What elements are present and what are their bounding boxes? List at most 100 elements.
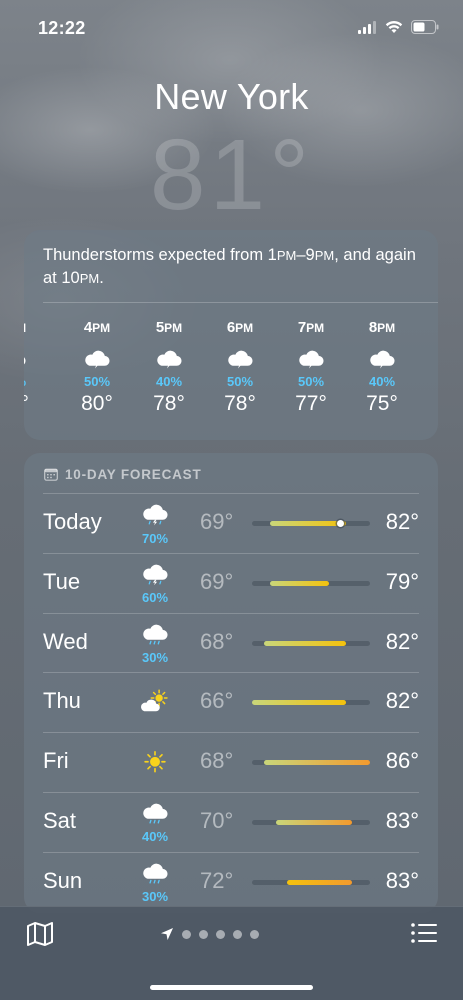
summary-text: PM	[79, 271, 100, 286]
high-temperature: 82°	[385, 509, 419, 534]
high-temperature: 83°	[385, 867, 419, 893]
map-icon	[27, 922, 53, 946]
page-dot[interactable]	[182, 929, 191, 939]
hourly-scroll[interactable]: 3PM 60% 80° 4PM 50% 80° 5PM 40% 78° 6PM …	[24, 318, 438, 428]
page-dot[interactable]	[250, 929, 259, 939]
low-temperature: 66°	[200, 688, 234, 714]
hour-ampm: PM	[306, 321, 325, 335]
forecast-row[interactable]: Today 70% 69° 82°	[24, 493, 438, 553]
precip-chance: 50%	[297, 374, 325, 389]
hour-number: 4	[83, 319, 93, 336]
precip-chance: 30%	[141, 889, 169, 905]
low-temperature: 69°	[200, 509, 234, 534]
hour-time: 3PM	[24, 318, 43, 338]
calendar-icon	[44, 468, 58, 481]
battery-icon	[411, 20, 439, 34]
forecast-header: 10-DAY FORECAST	[44, 467, 202, 482]
temperature-range-bar	[252, 760, 370, 766]
forecast-day: Sun	[43, 867, 83, 893]
forecast-title: 10-DAY FORECAST	[65, 467, 202, 482]
hour-ampm: PM	[92, 321, 111, 335]
summary-text: Thunderstorms expected from 1	[43, 246, 277, 264]
hour-temperature: 78°	[153, 392, 185, 415]
location-arrow-icon	[161, 928, 173, 940]
bottom-toolbar	[0, 906, 463, 1000]
hour-number: 6	[226, 319, 236, 336]
forecast-row[interactable]: Sun 30% 72° 83°	[24, 851, 438, 912]
forecast-day: Sat	[43, 807, 77, 833]
sun-icon	[140, 749, 170, 780]
forecast-day: Fri	[43, 748, 69, 774]
temperature-range-bar	[252, 700, 370, 706]
page-dot[interactable]	[216, 929, 225, 939]
status-bar: 12:22	[0, 0, 463, 56]
hourly-item: 8PM 40% 75°	[352, 318, 412, 416]
temperature-range-bar	[252, 640, 370, 646]
precip-chance: 30%	[141, 650, 169, 666]
hourly-item: 3PM 60% 80°	[24, 318, 43, 416]
hourly-forecast-card[interactable]: Thunderstorms expected from 1PM–9PM, and…	[24, 230, 438, 440]
hour-time: 6PM	[210, 318, 270, 338]
hourly-item: 7PM 50% 77°	[281, 318, 341, 416]
list-icon	[411, 923, 437, 943]
current-temperature: 81°	[149, 119, 314, 231]
hour-number: 8	[368, 319, 378, 336]
page-indicator[interactable]	[160, 927, 259, 941]
forecast-condition	[136, 689, 174, 720]
forecast-condition: 60%	[136, 560, 174, 606]
high-temperature: 79°	[385, 568, 419, 594]
rain-icon	[140, 799, 170, 830]
temperature-range-fill	[269, 521, 347, 526]
forecast-condition: 30%	[136, 859, 174, 905]
temperature-range-fill	[252, 700, 347, 706]
forecast-row[interactable]: Sat 40% 70° 83°	[24, 791, 438, 852]
forecast-row[interactable]: Fri 68° 86°	[24, 732, 438, 792]
summary-text: .	[99, 269, 104, 287]
page-dot[interactable]	[199, 929, 208, 939]
precip-chance: 60%	[24, 374, 43, 390]
page-dot[interactable]	[233, 929, 242, 939]
hour-ampm: PM	[235, 321, 254, 335]
thunderstorm-icon	[139, 344, 199, 374]
divider	[43, 302, 438, 303]
rain-icon	[140, 859, 170, 890]
forecast-row[interactable]: Tue 60% 69° 79°	[24, 552, 438, 613]
low-temperature: 68°	[200, 748, 234, 774]
high-temperature: 83°	[385, 807, 419, 833]
hour-time: 4PM	[67, 318, 127, 338]
thunderstorm-icon	[210, 344, 270, 374]
forecast-row[interactable]: Thu 66° 82°	[24, 672, 438, 732]
forecast-rows: Today 70% 69° 82° Tue 60% 69° 79° Wed 30…	[24, 493, 438, 912]
temperature-range-fill	[287, 879, 353, 885]
temperature-range-fill	[263, 760, 370, 766]
temperature-range-fill	[269, 580, 329, 586]
map-button[interactable]	[26, 921, 54, 952]
cellular-signal-icon	[358, 20, 376, 34]
city-list-button[interactable]	[411, 923, 437, 948]
hour-time: 5PM	[139, 318, 199, 338]
hour-temperature: 80°	[81, 392, 113, 415]
hourly-item: 4PM 50% 80°	[67, 318, 127, 416]
hour-time: 7PM	[281, 318, 341, 338]
partly-sunny-icon	[140, 689, 170, 720]
low-temperature: 68°	[200, 628, 234, 654]
hour-ampm: PM	[24, 321, 26, 335]
low-temperature: 70°	[200, 807, 234, 833]
thunderstorm-icon	[352, 344, 412, 374]
hour-temperature: 80°	[24, 392, 29, 415]
forecast-row[interactable]: Wed 30% 68° 82°	[24, 612, 438, 673]
low-temperature: 72°	[200, 867, 234, 893]
temperature-range-fill	[263, 640, 347, 646]
hour-temperature: 77°	[295, 392, 327, 415]
thunderstorm-icon	[140, 560, 170, 591]
ten-day-forecast-card[interactable]: 10-DAY FORECAST Today 70% 69° 82° Tue 60…	[24, 453, 438, 913]
hour-time: 8PM	[352, 318, 412, 338]
temperature-range-bar	[252, 819, 370, 825]
forecast-condition: 70%	[136, 500, 174, 546]
weather-summary: Thunderstorms expected from 1PM–9PM, and…	[24, 230, 438, 302]
hour-temperature: 78°	[224, 392, 256, 415]
forecast-condition	[136, 749, 174, 780]
forecast-condition: 40%	[136, 799, 174, 845]
hour-temperature: 75°	[366, 392, 398, 415]
thunderstorm-icon	[67, 344, 127, 374]
